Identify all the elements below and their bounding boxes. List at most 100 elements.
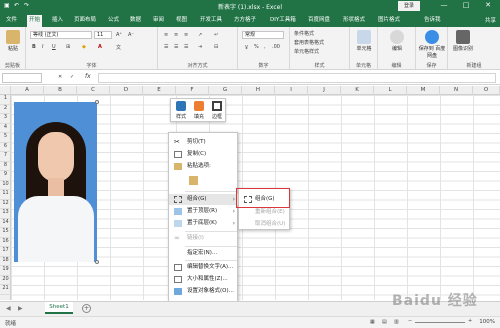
save-to-baidu-button[interactable]: 保存到 百度网盘 <box>418 30 446 59</box>
column-header[interactable]: J <box>308 86 341 95</box>
column-header[interactable]: K <box>341 86 374 95</box>
prev-sheet-icon[interactable]: ◀ <box>6 305 11 312</box>
row-header[interactable]: 20 <box>0 276 11 285</box>
fill-color-icon[interactable]: ◆ <box>82 44 86 50</box>
align-center-icon[interactable]: ☰ <box>174 44 178 50</box>
tab-page-layout[interactable]: 页面布局 <box>72 15 98 27</box>
font-color-icon[interactable]: A <box>98 44 102 50</box>
name-box[interactable] <box>2 73 42 83</box>
column-header[interactable]: O <box>473 86 500 95</box>
column-header[interactable]: M <box>407 86 440 95</box>
tab-view[interactable]: 视图 <box>174 15 189 27</box>
column-header[interactable]: C <box>77 86 110 95</box>
column-header[interactable]: L <box>374 86 407 95</box>
row-header[interactable]: 21 <box>0 285 11 295</box>
font-grow-icon[interactable]: A⁺ <box>116 32 122 38</box>
conditional-format-button[interactable]: 条件格式 <box>294 30 314 37</box>
formula-input[interactable] <box>98 73 496 83</box>
tab-diy-toolbox[interactable]: DIY工具箱 <box>268 15 298 27</box>
column-header[interactable]: I <box>275 86 308 95</box>
align-top-icon[interactable]: ≡ <box>164 32 168 38</box>
tab-baidu-netdisk[interactable]: 百度网盘 <box>306 15 332 27</box>
column-header[interactable]: E <box>143 86 176 95</box>
menu-item-paste-option[interactable] <box>169 173 239 187</box>
zoom-level[interactable]: 100% <box>479 319 495 325</box>
row-header[interactable]: 14 <box>0 219 11 228</box>
share-button[interactable]: 共享 <box>485 16 496 24</box>
function-icon[interactable]: fx <box>85 73 91 80</box>
tab-developer[interactable]: 开发工具 <box>198 15 224 27</box>
row-header[interactable]: 18 <box>0 257 11 266</box>
tab-home[interactable]: 开始 <box>27 15 43 27</box>
sheet-tab[interactable]: Sheet1 <box>45 302 73 314</box>
editing-button[interactable]: 编辑 <box>386 30 408 52</box>
row-header[interactable]: 19 <box>0 266 11 276</box>
percent-icon[interactable]: % <box>254 44 259 50</box>
style-button[interactable]: 样式 <box>173 101 189 120</box>
menu-item-group[interactable]: 组合(G) › <box>169 194 239 205</box>
row-header[interactable]: 1 <box>0 95 11 105</box>
column-header[interactable]: N <box>440 86 473 95</box>
tab-file[interactable]: 文件 <box>4 15 19 27</box>
row-header[interactable]: 8 <box>0 162 11 171</box>
resize-handle[interactable] <box>95 260 99 264</box>
align-right-icon[interactable]: ☰ <box>184 44 188 50</box>
close-icon[interactable]: ✕ <box>482 1 494 9</box>
row-header[interactable]: 10 <box>0 181 11 190</box>
zoom-slider[interactable] <box>415 322 465 323</box>
row-header[interactable]: 2 <box>0 105 11 114</box>
align-middle-icon[interactable]: ≡ <box>174 32 178 38</box>
page-layout-view-icon[interactable]: ▤ <box>382 319 387 325</box>
border-icon[interactable]: ⊞ <box>66 44 70 50</box>
select-all-corner[interactable] <box>0 86 11 95</box>
align-bottom-icon[interactable]: ≡ <box>184 32 188 38</box>
cancel-icon[interactable]: ✕ <box>58 74 62 80</box>
font-name-select[interactable]: 等线 (正文) <box>30 31 92 39</box>
minimize-icon[interactable]: — <box>438 1 450 9</box>
column-header[interactable]: D <box>110 86 143 95</box>
bold-icon[interactable]: B <box>32 44 36 50</box>
merge-center-icon[interactable]: ⊟ <box>214 44 218 50</box>
zoom-out-icon[interactable]: − <box>408 318 412 324</box>
row-header[interactable]: 13 <box>0 209 11 219</box>
menu-item-assign-macro[interactable]: 指定宏(N)... <box>169 248 239 259</box>
menu-item-copy[interactable]: 复制(C) <box>169 149 239 160</box>
phonetic-icon[interactable]: 文 <box>116 44 121 51</box>
decimal-icon[interactable]: .00 <box>272 44 280 50</box>
login-button[interactable]: 登录 <box>398 1 420 11</box>
menu-item-alt-text[interactable]: 编辑替换文字(A)... <box>169 262 239 273</box>
outline-button[interactable]: 边框 <box>209 101 225 120</box>
normal-view-icon[interactable]: ▦ <box>370 319 375 325</box>
row-header[interactable]: 6 <box>0 143 11 152</box>
currency-icon[interactable]: ￥ <box>244 44 249 51</box>
menu-item-send-back[interactable]: 置于底层(K) › <box>169 218 239 229</box>
page-break-view-icon[interactable]: ▥ <box>394 319 399 325</box>
maximize-icon[interactable]: □ <box>460 1 472 9</box>
font-size-select[interactable]: 11 <box>94 31 112 39</box>
tab-data[interactable]: 数据 <box>128 15 143 27</box>
tab-shape-format[interactable]: 形状格式 <box>341 15 367 27</box>
image-recognition-button[interactable]: 图像识别 <box>452 30 474 52</box>
row-header[interactable]: 11 <box>0 190 11 200</box>
underline-icon[interactable]: U <box>52 44 56 50</box>
add-sheet-icon[interactable]: + <box>82 304 91 313</box>
comma-icon[interactable]: , <box>264 44 266 50</box>
table-format-button[interactable]: 套用表格格式 <box>294 39 324 46</box>
tab-insert[interactable]: 插入 <box>50 15 65 27</box>
row-header[interactable]: 3 <box>0 114 11 124</box>
row-header[interactable]: 9 <box>0 171 11 181</box>
orientation-icon[interactable]: ↗ <box>198 32 202 38</box>
tab-formulas[interactable]: 公式 <box>106 15 121 27</box>
id-photo[interactable] <box>14 102 97 262</box>
row-header[interactable]: 15 <box>0 228 11 238</box>
cells-button[interactable]: 单元格 <box>354 30 374 52</box>
tab-review[interactable]: 审阅 <box>151 15 166 27</box>
column-header[interactable]: H <box>242 86 275 95</box>
row-header[interactable]: 17 <box>0 247 11 257</box>
row-header[interactable]: 12 <box>0 200 11 209</box>
align-left-icon[interactable]: ☰ <box>164 44 168 50</box>
paste-button[interactable]: 粘贴 <box>3 30 23 52</box>
wrap-text-icon[interactable]: ↵ <box>214 32 218 38</box>
fill-button[interactable]: 填充 <box>191 101 207 120</box>
column-header[interactable]: F <box>176 86 209 95</box>
